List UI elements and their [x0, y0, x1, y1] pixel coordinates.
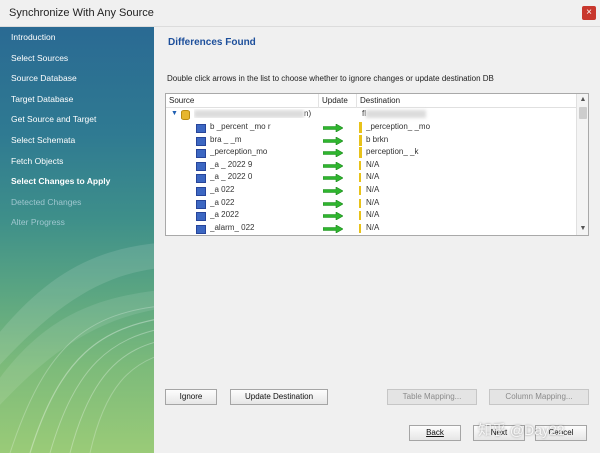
warning-icon — [359, 160, 361, 170]
table-row[interactable]: _a 2022 N/A — [166, 210, 577, 222]
table-icon — [196, 224, 206, 234]
update-destination-button[interactable]: Update Destination — [230, 389, 328, 405]
sidebar-step-select-schemata[interactable]: Select Schemata — [0, 132, 154, 153]
warning-icon — [359, 211, 361, 221]
table-icon — [196, 199, 206, 209]
update-arrow-icon[interactable] — [323, 224, 343, 233]
table-row[interactable]: _a _ 2022 9 N/A — [166, 160, 577, 172]
warning-icon — [359, 134, 362, 146]
table-icon — [196, 187, 206, 196]
column-header-destination[interactable]: Destination — [357, 94, 577, 108]
update-arrow-icon[interactable] — [323, 149, 343, 158]
source-table-name: _perception_mo — [210, 147, 268, 157]
database-row[interactable]: ▼ n) fl — [166, 109, 577, 121]
table-icon — [196, 124, 206, 133]
sidebar-step-detected-changes: Detected Changes — [11, 196, 82, 207]
table-row[interactable]: _a 022 N/A — [166, 185, 577, 197]
scroll-down-icon[interactable]: ▼ — [578, 224, 588, 234]
table-row[interactable]: bra _ _m b brkn — [166, 134, 577, 147]
destination-table-name: N/A — [366, 172, 380, 182]
vertical-scrollbar[interactable]: ▲ ▼ — [576, 94, 588, 235]
database-icon — [181, 110, 190, 120]
update-arrow-icon[interactable] — [323, 212, 343, 221]
sidebar-step-list: Introduction Select Sources Source Databas… — [0, 27, 154, 235]
destination-table-name: N/A — [366, 235, 516, 236]
warning-icon — [359, 147, 362, 159]
next-button[interactable]: Next — [473, 425, 525, 441]
source-table-name: _a _ 2022 0 — [210, 172, 253, 182]
collapse-triangle-icon[interactable]: ▼ — [171, 110, 178, 117]
update-arrow-icon[interactable] — [323, 161, 343, 170]
sidebar-step-select-sources[interactable]: Select Sources — [0, 50, 154, 71]
table-row[interactable]: b _percent _mo r _perception_ _mo — [166, 122, 577, 134]
warning-icon — [359, 186, 361, 195]
source-table-name: b _percent _mo r — [210, 122, 271, 131]
instruction-text: Double click arrows in the list to choos… — [167, 74, 494, 83]
destination-table-name: N/A — [366, 185, 380, 194]
destination-table-name: N/A — [366, 159, 380, 169]
table-icon — [196, 174, 206, 184]
warning-icon — [359, 198, 361, 208]
list-header: Source Update Destination — [166, 94, 577, 108]
update-arrow-icon[interactable] — [323, 187, 343, 195]
column-header-update[interactable]: Update — [319, 94, 357, 108]
update-arrow-icon[interactable] — [323, 124, 343, 132]
destination-table-name: N/A — [366, 197, 380, 207]
update-arrow-icon[interactable] — [323, 136, 343, 145]
warning-icon — [359, 173, 361, 183]
sidebar-step-get-source-and-target[interactable]: Get Source and Target — [0, 111, 154, 132]
close-button[interactable]: × — [582, 6, 596, 20]
destination-table-name: b brkn — [366, 134, 389, 144]
update-arrow-icon[interactable] — [323, 174, 343, 183]
source-table-name: _a 022 — [210, 185, 235, 194]
source-table-name: bra _ _m — [210, 134, 242, 144]
column-mapping-button[interactable]: Column Mapping... — [489, 389, 589, 405]
scroll-up-icon[interactable]: ▲ — [578, 95, 588, 105]
table-row[interactable]: _alarm_ 022 N/A — [166, 223, 577, 235]
table-icon — [196, 161, 206, 171]
table-row[interactable]: 4 N/A — [166, 235, 577, 236]
destination-table-name: N/A — [366, 210, 380, 220]
sidebar-step-select-changes-to-apply[interactable]: Select Changes to Apply — [0, 173, 154, 194]
window-title: Synchronize With Any Source — [9, 7, 154, 19]
source-table-name: 4 — [210, 235, 315, 236]
database-source-name: n) — [194, 109, 324, 118]
warning-icon — [359, 122, 362, 133]
title-bar: Synchronize With Any Source × — [0, 0, 600, 27]
ignore-button[interactable]: Ignore — [165, 389, 217, 405]
source-table-name: _a _ 2022 9 — [210, 159, 253, 169]
destination-table-name: perception_ _k — [366, 147, 419, 157]
cancel-button[interactable]: Cancel — [535, 425, 587, 441]
scroll-thumb[interactable] — [579, 107, 587, 119]
back-button[interactable]: Back — [409, 425, 461, 441]
sidebar-step-target-database[interactable]: Target Database — [0, 91, 154, 112]
sidebar-step-alter-progress: Alter Progress — [11, 217, 65, 228]
table-row[interactable]: _perception_mo perception_ _k — [166, 147, 577, 159]
database-destination-name: fl — [362, 109, 426, 118]
sidebar-step-fetch-objects[interactable]: Fetch Objects — [0, 153, 154, 174]
destination-table-name: N/A — [366, 222, 380, 232]
warning-icon — [359, 223, 361, 233]
table-row[interactable]: _a 022 N/A — [166, 198, 577, 210]
destination-table-name: _perception_ _mo — [366, 122, 431, 131]
wizard-steps-sidebar: Introduction Select Sources Source Databas… — [0, 27, 154, 453]
source-table-name: _a 2022 — [210, 210, 239, 220]
sidebar-step-introduction[interactable]: Introduction — [0, 29, 154, 50]
source-table-name: _alarm_ 022 — [210, 222, 255, 232]
source-table-name: _a 022 — [210, 197, 235, 207]
main-panel: Differences Found Double click arrows in… — [154, 27, 600, 453]
table-icon — [196, 149, 206, 159]
table-icon — [196, 136, 206, 146]
sidebar-step-source-database[interactable]: Source Database — [0, 70, 154, 91]
page-heading: Differences Found — [168, 37, 256, 48]
table-row[interactable]: _a _ 2022 0 N/A — [166, 172, 577, 184]
update-arrow-icon[interactable] — [323, 199, 343, 208]
differences-list[interactable]: Source Update Destination ▼ n) fl b _per… — [165, 93, 589, 236]
table-icon — [196, 212, 206, 222]
table-mapping-button[interactable]: Table Mapping... — [387, 389, 477, 405]
column-header-source[interactable]: Source — [166, 94, 319, 108]
